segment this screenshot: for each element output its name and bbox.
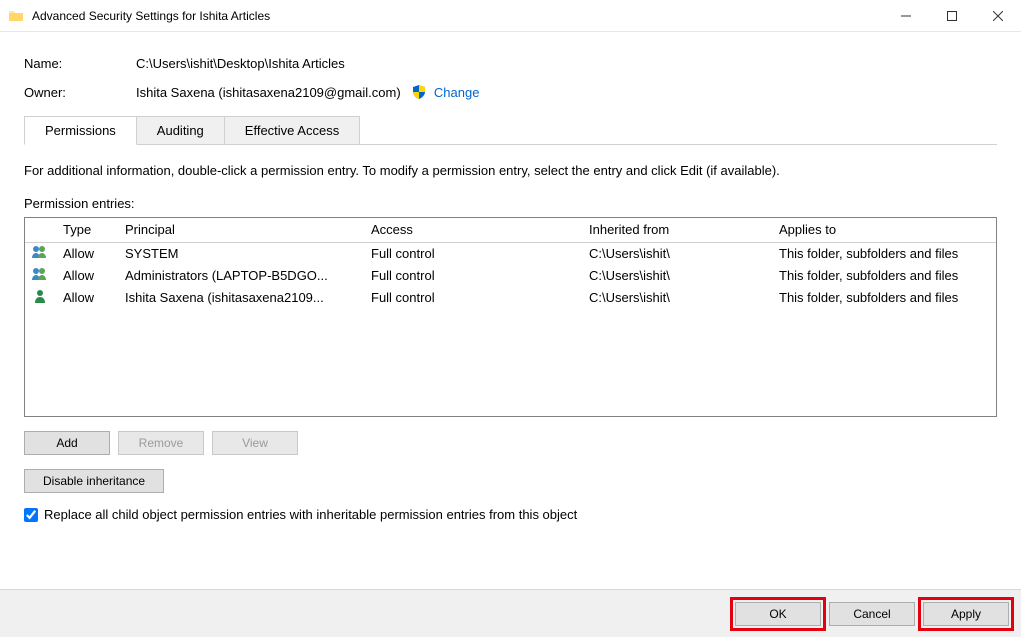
name-label: Name: bbox=[24, 56, 136, 71]
tab-auditing[interactable]: Auditing bbox=[136, 116, 225, 144]
col-type[interactable]: Type bbox=[55, 218, 117, 242]
entry-buttons: Add Remove View bbox=[24, 431, 997, 455]
folder-icon bbox=[8, 8, 24, 24]
replace-children-checkbox-row[interactable]: Replace all child object permission entr… bbox=[24, 507, 997, 522]
cell-inherited: C:\Users\ishit\ bbox=[581, 242, 771, 264]
col-inherited[interactable]: Inherited from bbox=[581, 218, 771, 242]
replace-children-checkbox[interactable] bbox=[24, 508, 38, 522]
table-row[interactable]: AllowAdministrators (LAPTOP-B5DGO...Full… bbox=[25, 264, 996, 286]
cell-type: Allow bbox=[55, 242, 117, 264]
cell-applies: This folder, subfolders and files bbox=[771, 242, 996, 264]
table-row[interactable]: AllowIshita Saxena (ishitasaxena2109...F… bbox=[25, 286, 996, 308]
disable-inheritance-button[interactable]: Disable inheritance bbox=[24, 469, 164, 493]
view-button: View bbox=[212, 431, 298, 455]
inheritance-buttons: Disable inheritance bbox=[24, 469, 997, 493]
tabs: Permissions Auditing Effective Access bbox=[24, 116, 997, 145]
cell-type: Allow bbox=[55, 286, 117, 308]
instruction-text: For additional information, double-click… bbox=[24, 163, 997, 178]
change-owner-link[interactable]: Change bbox=[434, 85, 480, 100]
name-value: C:\Users\ishit\Desktop\Ishita Articles bbox=[136, 56, 345, 71]
entries-label: Permission entries: bbox=[24, 196, 997, 211]
cell-inherited: C:\Users\ishit\ bbox=[581, 286, 771, 308]
maximize-button[interactable] bbox=[929, 0, 975, 32]
principal-icon bbox=[25, 264, 55, 286]
owner-label: Owner: bbox=[24, 85, 136, 102]
close-button[interactable] bbox=[975, 0, 1021, 32]
principal-icon bbox=[25, 242, 55, 264]
principal-icon bbox=[25, 286, 55, 308]
cell-access: Full control bbox=[363, 242, 581, 264]
cell-principal: Ishita Saxena (ishitasaxena2109... bbox=[117, 286, 363, 308]
permission-table[interactable]: Type Principal Access Inherited from App… bbox=[24, 217, 997, 417]
cell-inherited: C:\Users\ishit\ bbox=[581, 264, 771, 286]
apply-button[interactable]: Apply bbox=[923, 602, 1009, 626]
cell-applies: This folder, subfolders and files bbox=[771, 264, 996, 286]
ok-button[interactable]: OK bbox=[735, 602, 821, 626]
dialog-footer: OK Cancel Apply bbox=[0, 589, 1021, 637]
cell-access: Full control bbox=[363, 286, 581, 308]
col-applies[interactable]: Applies to bbox=[771, 218, 996, 242]
cell-type: Allow bbox=[55, 264, 117, 286]
cell-principal: SYSTEM bbox=[117, 242, 363, 264]
window-title: Advanced Security Settings for Ishita Ar… bbox=[32, 9, 883, 23]
name-row: Name: C:\Users\ishit\Desktop\Ishita Arti… bbox=[24, 56, 997, 71]
add-button[interactable]: Add bbox=[24, 431, 110, 455]
tab-permissions[interactable]: Permissions bbox=[24, 116, 137, 145]
content-area: Name: C:\Users\ishit\Desktop\Ishita Arti… bbox=[0, 32, 1021, 534]
cell-applies: This folder, subfolders and files bbox=[771, 286, 996, 308]
tab-effective-access[interactable]: Effective Access bbox=[224, 116, 360, 144]
replace-children-label: Replace all child object permission entr… bbox=[44, 507, 577, 522]
window-controls bbox=[883, 0, 1021, 32]
cell-access: Full control bbox=[363, 264, 581, 286]
titlebar: Advanced Security Settings for Ishita Ar… bbox=[0, 0, 1021, 32]
table-row[interactable]: AllowSYSTEMFull controlC:\Users\ishit\Th… bbox=[25, 242, 996, 264]
cancel-button[interactable]: Cancel bbox=[829, 602, 915, 626]
col-access[interactable]: Access bbox=[363, 218, 581, 242]
owner-text: Ishita Saxena (ishitasaxena2109@gmail.co… bbox=[136, 85, 401, 100]
owner-value: Ishita Saxena (ishitasaxena2109@gmail.co… bbox=[136, 85, 479, 102]
remove-button: Remove bbox=[118, 431, 204, 455]
col-icon[interactable] bbox=[25, 218, 55, 242]
minimize-button[interactable] bbox=[883, 0, 929, 32]
cell-principal: Administrators (LAPTOP-B5DGO... bbox=[117, 264, 363, 286]
owner-row: Owner: Ishita Saxena (ishitasaxena2109@g… bbox=[24, 85, 997, 102]
col-principal[interactable]: Principal bbox=[117, 218, 363, 242]
shield-icon bbox=[412, 85, 426, 102]
